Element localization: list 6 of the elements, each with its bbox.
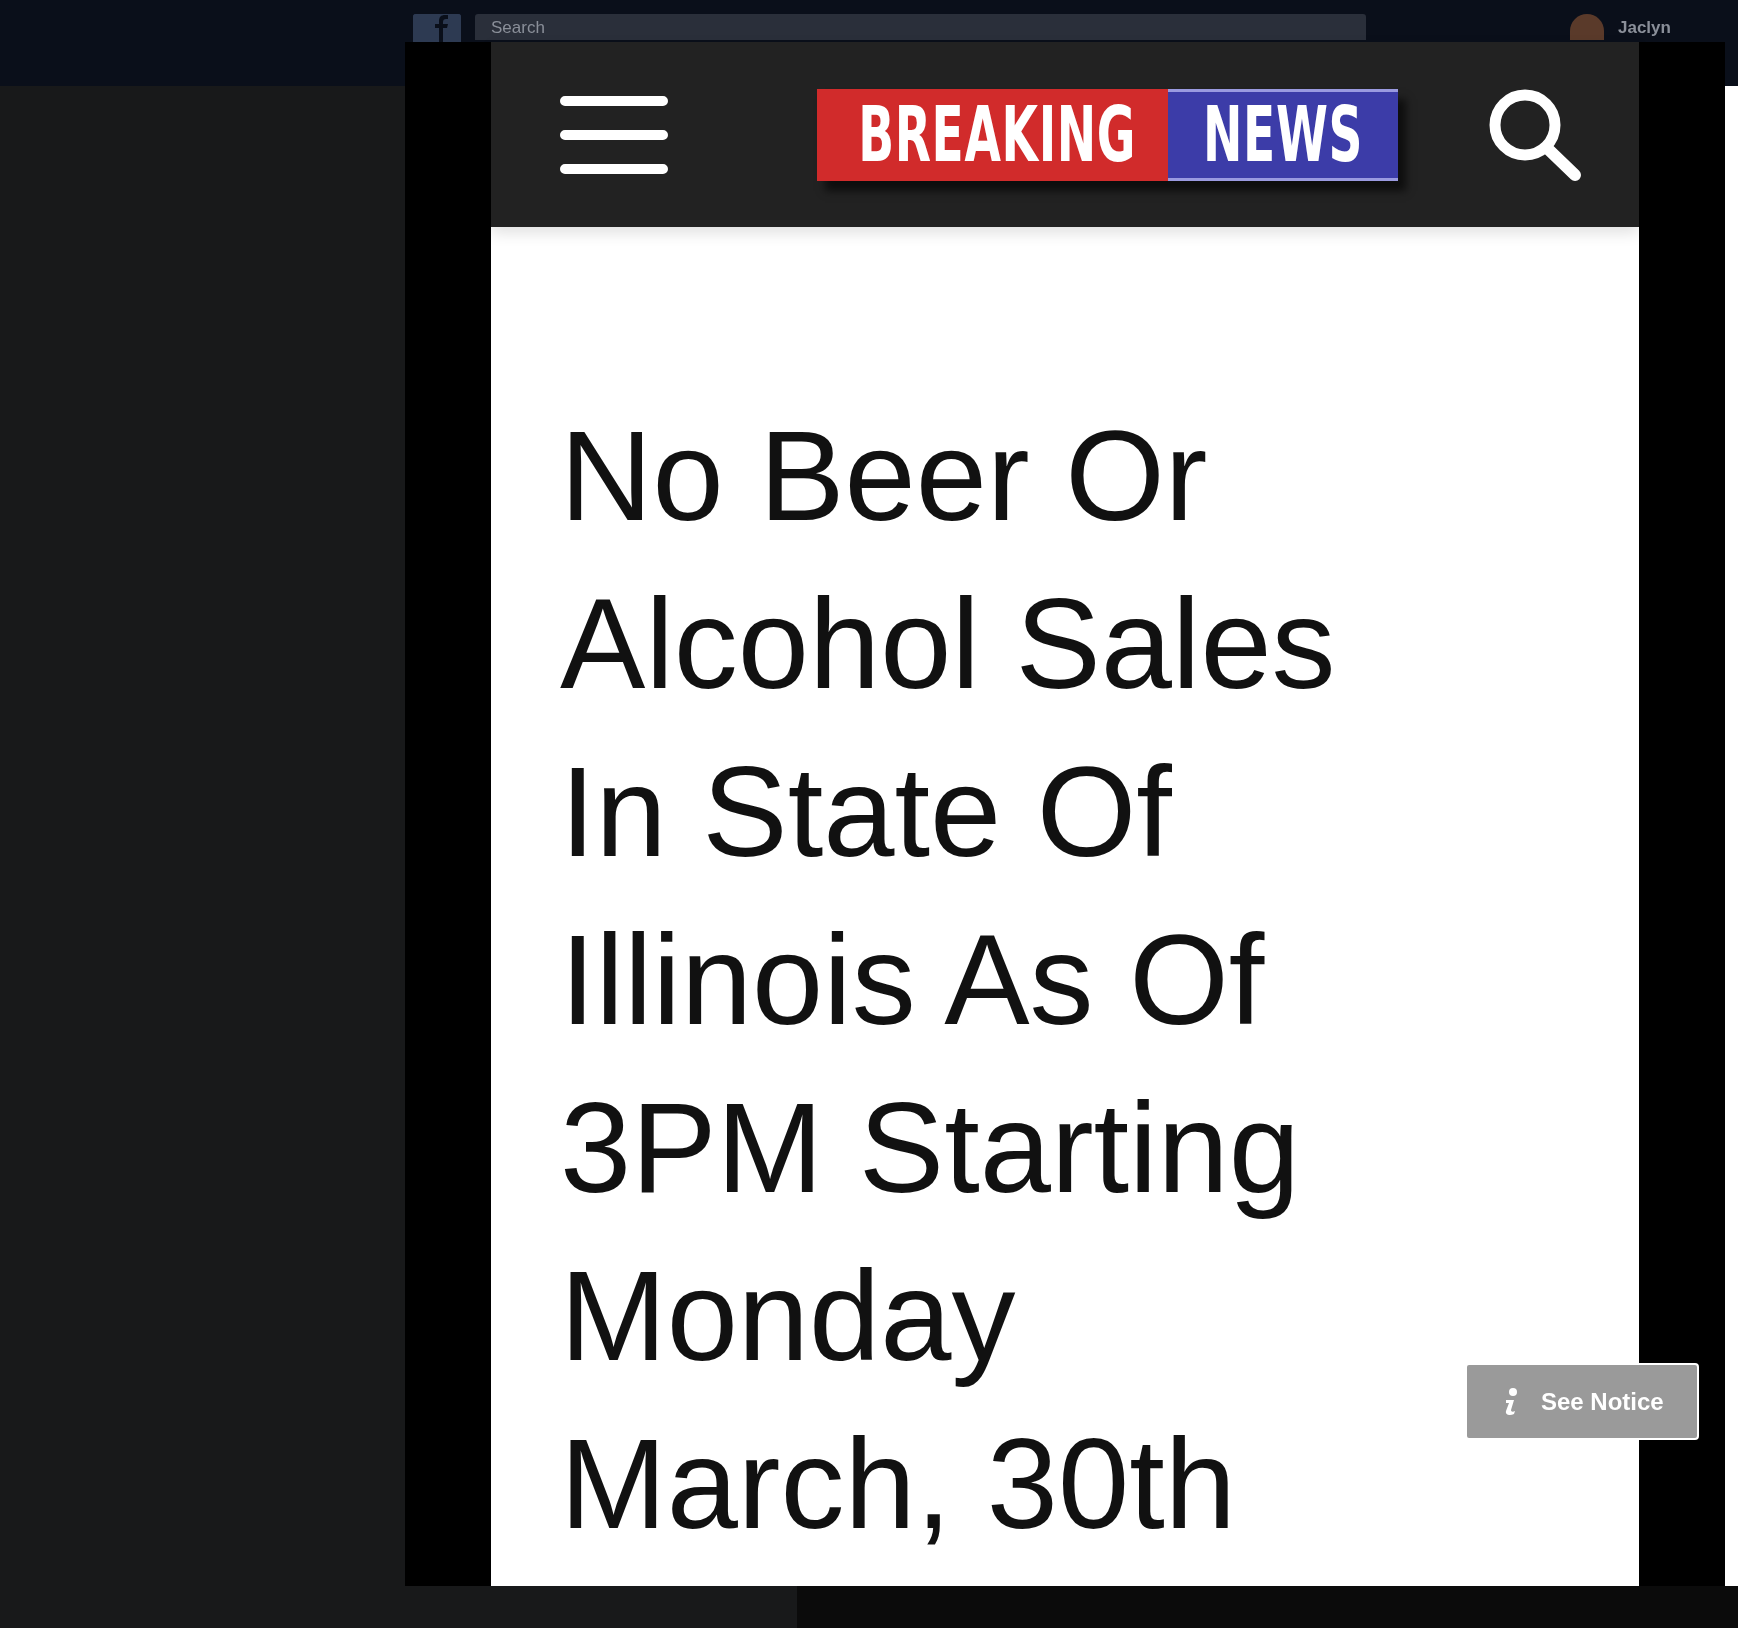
search-field[interactable]: Search — [475, 14, 1366, 40]
user-name[interactable]: Jaclyn — [1618, 14, 1671, 38]
menu-icon[interactable] — [560, 95, 668, 174]
headline: No Beer Or Alcohol Sales In State Of Illinois As Of 3PM Starting Monday March, 30th — [560, 403, 1337, 1557]
info-icon — [1503, 1387, 1519, 1416]
search-icon[interactable] — [1487, 87, 1583, 182]
